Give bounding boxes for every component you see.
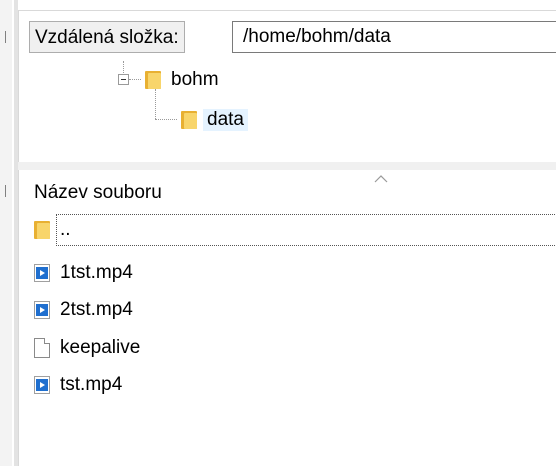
left-panel-edge — [0, 0, 12, 466]
file-name: 1tst.mp4 — [60, 262, 133, 283]
pane-splitter-horizontal[interactable] — [18, 162, 556, 170]
file-row[interactable]: 1tst.mp4 — [34, 256, 556, 290]
column-header-filename[interactable]: Název souboru — [19, 170, 556, 208]
remote-path-input[interactable] — [232, 21, 556, 53]
remote-file-list: Název souboru .. 1tst.mp4 2tst.mp4 keepa… — [18, 170, 556, 466]
remote-file-browser: Vzdálená složka: bohm data — [0, 0, 556, 466]
collapse-icon[interactable] — [118, 74, 129, 85]
tree-line — [155, 119, 177, 120]
folder-icon — [181, 111, 197, 129]
scroll-tick — [5, 185, 6, 197]
tree-line — [123, 61, 124, 73]
file-name: .. — [56, 214, 556, 246]
chevron-up-icon — [374, 175, 388, 183]
file-row[interactable]: keepalive — [34, 331, 556, 365]
tree-item-label: bohm — [171, 69, 219, 90]
video-file-icon — [34, 376, 50, 394]
tree-item-label: data — [203, 109, 248, 131]
file-row[interactable]: tst.mp4 — [34, 368, 556, 402]
remote-folder-tree: bohm data — [19, 61, 556, 163]
video-file-icon — [34, 301, 50, 319]
file-name: tst.mp4 — [60, 374, 123, 395]
scroll-tick — [5, 31, 6, 43]
remote-path-bar: Vzdálená složka: — [19, 11, 556, 61]
video-file-icon — [34, 264, 50, 282]
folder-icon — [34, 221, 50, 239]
remote-folder-pane: Vzdálená složka: bohm data — [18, 10, 556, 163]
tree-item-bohm[interactable]: bohm — [145, 65, 219, 95]
file-row-parent[interactable]: .. — [34, 213, 556, 247]
file-row[interactable]: 2tst.mp4 — [34, 293, 556, 327]
column-header-label: Název souboru — [34, 182, 162, 203]
tree-line — [155, 89, 156, 119]
tree-line — [129, 79, 141, 80]
file-name: 2tst.mp4 — [60, 299, 133, 320]
file-name: keepalive — [60, 337, 141, 358]
folder-icon — [145, 71, 161, 89]
tree-item-data[interactable]: data — [181, 105, 248, 135]
remote-path-label: Vzdálená složka: — [29, 21, 185, 53]
file-icon — [34, 338, 50, 358]
